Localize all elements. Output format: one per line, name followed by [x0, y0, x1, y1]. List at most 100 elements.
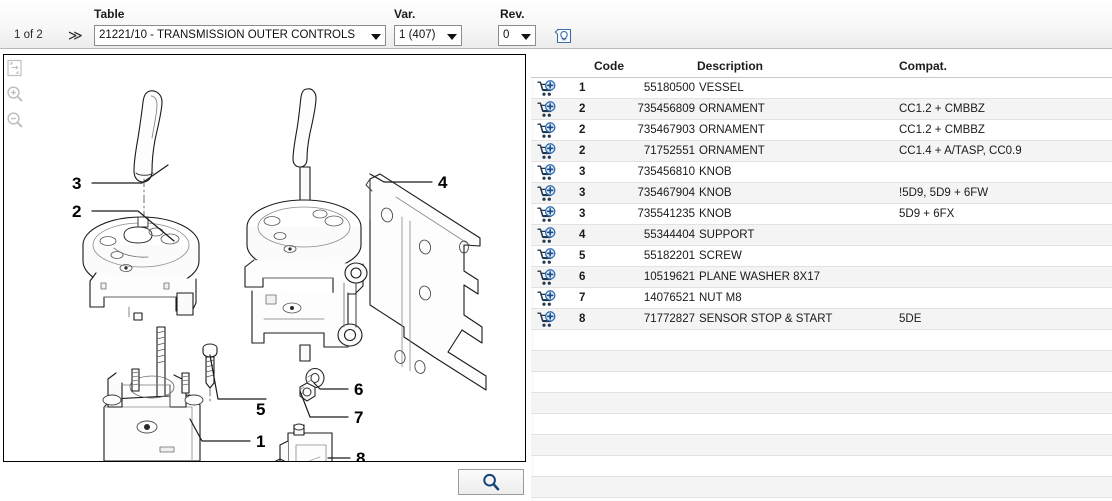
add-to-cart-icon[interactable]	[537, 143, 556, 160]
rev-select-value: 0	[503, 29, 510, 41]
cell-position: 3	[579, 187, 586, 199]
table-select[interactable]: 21221/10 - TRANSMISSION OUTER CONTROLS	[94, 25, 386, 46]
chevron-down-icon	[371, 33, 381, 40]
part-knob-graphic	[133, 90, 163, 183]
add-to-cart-icon[interactable]	[537, 80, 556, 97]
zoom-out-icon[interactable]	[5, 110, 25, 130]
viewer-toolbar	[5, 58, 27, 136]
part-support-graphic	[365, 173, 487, 391]
cell-code: 71772827	[643, 313, 695, 325]
table-select-value: 21221/10 - TRANSMISSION OUTER CONTROLS	[99, 29, 356, 41]
parts-list-table: Code Description Compat. 1 55180500 VESSEL…	[531, 54, 1112, 501]
table-row[interactable]: 6 10519621 PLANE WASHER 8X17	[531, 267, 1112, 288]
part-sensor-graphic	[274, 423, 333, 461]
add-to-cart-icon[interactable]	[537, 185, 556, 202]
add-to-cart-icon[interactable]	[537, 269, 556, 286]
add-to-cart-icon[interactable]	[537, 206, 556, 223]
add-to-cart-icon[interactable]	[537, 227, 556, 244]
cell-description: KNOB	[699, 208, 732, 220]
table-body: 1 55180500 VESSEL 2 735456809 ORNAMENT CC1.2 +…	[531, 78, 1112, 498]
var-select-value: 1 (407)	[399, 29, 436, 41]
callout-4: 4	[438, 173, 448, 192]
rev-field-label: Rev.	[500, 7, 525, 21]
table-row[interactable]: 3 735467904 KNOB !5D9, 5D9 + 6FW	[531, 183, 1112, 204]
column-header-code: Code	[594, 59, 624, 73]
table-row[interactable]: 4 55344404 SUPPORT	[531, 225, 1112, 246]
cell-code: 735541235	[637, 208, 695, 220]
part-assembly-graphic	[244, 88, 368, 362]
magnifier-icon	[483, 473, 500, 491]
cell-code: 55344404	[643, 229, 695, 241]
cell-position: 3	[579, 166, 586, 178]
column-header-compat: Compat.	[899, 59, 947, 73]
cell-description: NUT M8	[699, 292, 742, 304]
table-row[interactable]: 3 735456810 KNOB	[531, 162, 1112, 183]
chevron-down-icon	[447, 33, 457, 40]
cell-description: ORNAMENT	[699, 145, 765, 157]
table-row[interactable]: 3 735541235 KNOB 5D9 + 6FX	[531, 204, 1112, 225]
var-select[interactable]: 1 (407)	[394, 25, 462, 46]
part-vessel-graphic	[102, 326, 204, 461]
table-row[interactable]: 2 735456809 ORNAMENT CC1.2 + CMBBZ	[531, 99, 1112, 120]
cell-description: SCREW	[699, 250, 742, 262]
cell-compat: CC1.4 + A/TASP, CC0.9	[899, 145, 1022, 157]
cell-position: 3	[579, 208, 586, 220]
cell-code: 735467903	[637, 124, 695, 136]
cell-code: 10519621	[643, 271, 695, 283]
cell-position: 1	[579, 82, 586, 94]
callout-1: 1	[256, 432, 265, 451]
table-row-empty	[531, 477, 1112, 498]
callout-3: 3	[72, 174, 81, 193]
cell-position: 7	[579, 292, 586, 304]
cell-position: 2	[579, 103, 586, 115]
add-to-cart-icon[interactable]	[537, 248, 556, 265]
callout-2: 2	[72, 202, 81, 221]
table-row[interactable]: 2 71752551 ORNAMENT CC1.4 + A/TASP, CC0.9	[531, 141, 1112, 162]
parts-catalog-window: 1 of 2 ≫ Table Var. Rev. 21221/10 - TRAN…	[0, 0, 1112, 501]
add-to-cart-icon[interactable]	[537, 290, 556, 307]
callout-8: 8	[356, 449, 365, 461]
table-row-empty	[531, 456, 1112, 477]
fit-to-window-icon[interactable]	[5, 58, 25, 78]
cell-description: SENSOR STOP & START	[699, 313, 833, 325]
table-row-empty	[531, 393, 1112, 414]
table-row[interactable]: 7 14076521 NUT M8	[531, 288, 1112, 309]
add-to-cart-icon[interactable]	[537, 122, 556, 139]
cell-compat: 5DE	[899, 313, 922, 325]
cell-compat: 5D9 + 6FX	[899, 208, 955, 220]
callout-7: 7	[354, 408, 363, 427]
cell-position: 6	[579, 271, 586, 283]
add-to-cart-icon[interactable]	[537, 101, 556, 118]
cell-description: SUPPORT	[699, 229, 755, 241]
lightbulb-note-icon[interactable]	[554, 26, 574, 46]
table-row[interactable]: 2 735467903 ORNAMENT CC1.2 + CMBBZ	[531, 120, 1112, 141]
zoom-in-icon[interactable]	[5, 84, 25, 104]
search-button[interactable]	[458, 469, 524, 495]
callout-5: 5	[256, 400, 265, 419]
cell-description: ORNAMENT	[699, 124, 765, 136]
cell-position: 2	[579, 145, 586, 157]
table-row-empty	[531, 435, 1112, 456]
exploded-view-diagram[interactable]: 3 2 4 5 1 6 7 8	[3, 54, 526, 462]
cell-code: 14076521	[643, 292, 695, 304]
cell-compat: CC1.2 + CMBBZ	[899, 103, 985, 115]
column-header-description: Description	[697, 59, 764, 73]
table-row-empty	[531, 330, 1112, 351]
next-page-button[interactable]: ≫	[68, 27, 83, 43]
table-row[interactable]: 1 55180500 VESSEL	[531, 78, 1112, 99]
add-to-cart-icon[interactable]	[537, 311, 556, 328]
table-row-empty	[531, 351, 1112, 372]
cell-position: 4	[579, 229, 586, 241]
cell-compat: CC1.2 + CMBBZ	[899, 124, 985, 136]
cell-position: 5	[579, 250, 586, 262]
add-to-cart-icon[interactable]	[537, 164, 556, 181]
cell-code: 55180500	[643, 82, 695, 94]
cell-position: 2	[579, 124, 586, 136]
cell-position: 8	[579, 313, 586, 325]
cell-description: ORNAMENT	[699, 103, 765, 115]
page-counter: 1 of 2	[14, 29, 43, 41]
table-row[interactable]: 5 55182201 SCREW	[531, 246, 1112, 267]
rev-select[interactable]: 0	[498, 25, 536, 46]
table-row[interactable]: 8 71772827 SENSOR STOP & START 5DE	[531, 309, 1112, 330]
table-row-empty	[531, 372, 1112, 393]
